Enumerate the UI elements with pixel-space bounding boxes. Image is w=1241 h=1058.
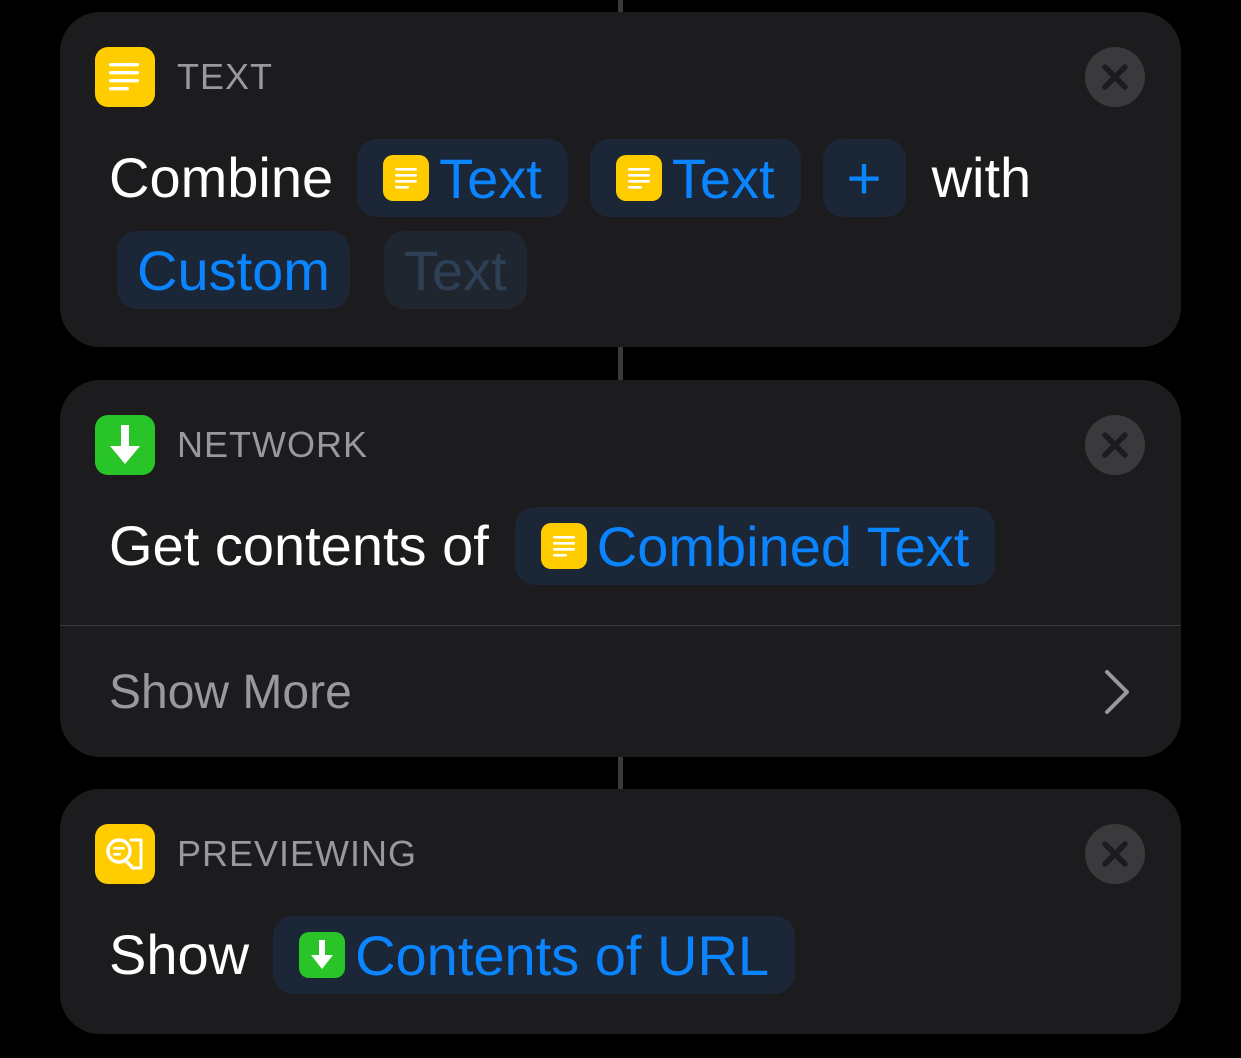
verb-label: Get contents of <box>109 514 489 577</box>
combined-text-token[interactable]: Combined Text <box>514 507 996 585</box>
token-label: Contents of URL <box>355 923 770 987</box>
add-item-button[interactable]: + <box>822 139 906 217</box>
text-lines-icon <box>95 47 155 107</box>
close-icon <box>1102 841 1128 867</box>
with-label: with <box>931 146 1032 209</box>
show-result-action-card[interactable]: PREVIEWING Show Contents of URL <box>60 789 1181 1034</box>
get-contents-action-card[interactable]: NETWORK Get contents of Combined Text Sh… <box>60 380 1181 757</box>
text-variable-token[interactable]: Text <box>589 139 801 217</box>
custom-text-placeholder[interactable]: Text <box>383 231 527 309</box>
connector-line <box>618 757 623 789</box>
combine-text-action-card[interactable]: TEXT Combine Text Text + with Custom Tex… <box>60 12 1181 347</box>
token-label: Text <box>671 146 775 210</box>
text-lines-icon <box>615 155 662 201</box>
chevron-right-icon <box>1105 670 1129 714</box>
remove-action-button[interactable] <box>1085 824 1145 884</box>
close-icon <box>1102 432 1128 458</box>
plus-icon: + <box>846 144 882 212</box>
show-more-button[interactable]: Show More <box>60 626 1181 757</box>
card-header: PREVIEWING <box>95 824 417 884</box>
verb-label: Combine <box>109 146 334 209</box>
remove-action-button[interactable] <box>1085 415 1145 475</box>
verb-label: Show <box>109 923 250 986</box>
category-label: TEXT <box>177 56 274 97</box>
card-header: NETWORK <box>95 415 368 475</box>
remove-action-button[interactable] <box>1085 47 1145 107</box>
connector-line <box>618 347 623 380</box>
card-header: TEXT <box>95 47 273 107</box>
token-label: Text <box>439 146 542 210</box>
category-label: PREVIEWING <box>177 833 418 874</box>
contents-of-url-token[interactable]: Contents of URL <box>273 916 796 994</box>
combine-row-1: Combine Text Text + with <box>109 139 1031 217</box>
preview-eye-icon <box>95 824 155 884</box>
get-contents-row: Get contents of Combined Text <box>109 507 996 585</box>
category-label: NETWORK <box>177 424 368 465</box>
text-variable-token[interactable]: Text <box>357 139 568 217</box>
download-arrow-icon <box>95 415 155 475</box>
close-icon <box>1102 64 1128 90</box>
show-more-label: Show More <box>109 665 352 719</box>
shortcut-editor: TEXT Combine Text Text + with Custom Tex… <box>0 0 1241 1058</box>
download-arrow-icon <box>299 932 346 978</box>
show-row: Show Contents of URL <box>109 916 796 994</box>
text-lines-icon <box>540 523 587 569</box>
combine-row-2: Custom Text <box>117 231 527 309</box>
separator-token[interactable]: Custom <box>117 231 350 309</box>
token-label: Combined Text <box>596 514 970 578</box>
connector-line <box>618 0 623 12</box>
text-lines-icon <box>383 155 430 201</box>
